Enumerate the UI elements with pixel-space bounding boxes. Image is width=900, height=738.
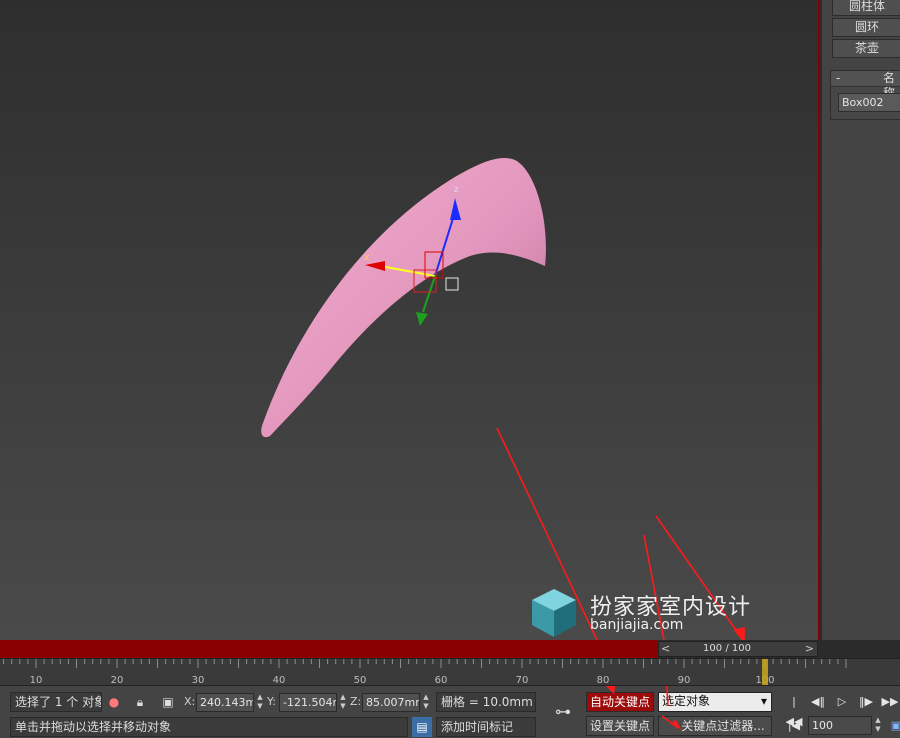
cylinder-button[interactable]: 圆柱体 [832,0,900,16]
z-coordinate-field[interactable]: 85.007mm [362,693,420,712]
horn-object[interactable] [261,158,546,438]
ruler-label: 20 [111,675,124,686]
key-mode-icon[interactable]: |◀ [784,716,804,736]
x-coordinate-field[interactable]: 240.143mm [196,693,254,712]
time-tag-icon[interactable]: ▤ [412,717,432,737]
y-coordinate-field[interactable]: -121.504mm [279,693,337,712]
lightbulb-icon[interactable]: ● [104,692,124,712]
z-label: Z: [350,695,362,708]
ruler-label: 30 [192,675,205,686]
watermark: 扮家家室内设计 banjiajia.com [528,587,778,639]
banjiajia-logo-icon [532,589,576,637]
y-label: Y: [267,695,276,708]
status-bar: 选择了 1 个 对象 ● 🔒︎ ▣ X: 240.143mm ▲▼ Y: -12… [0,686,900,738]
torus-button[interactable]: 圆环 [832,18,900,37]
x-spinner[interactable]: ▲ ▼ [256,693,264,712]
current-frame-marker[interactable] [762,659,768,685]
chevron-down-icon: ▾ [760,694,767,708]
ruler-ticks: 102030405060708090100 [3,659,847,686]
y-spinner[interactable]: ▲ ▼ [339,693,347,712]
ruler-label: 70 [516,675,529,686]
ruler-label: 90 [678,675,691,686]
viewport-scene: z x [261,158,745,640]
watermark-url: banjiajia.com [590,617,684,633]
object-name-input[interactable] [838,93,900,112]
auto-key-button[interactable]: 自动关键点 [586,692,654,712]
selection-count: 选择了 1 个 对象 [10,692,102,712]
rollout-header[interactable]: - 名称 [831,71,900,100]
command-panel: 圆柱体 圆环 茶壶 - 名称 [822,0,900,640]
rollout-toggle[interactable]: - [836,71,840,86]
go-to-start-icon[interactable]: |◀◀ [784,692,804,728]
key-icon[interactable]: ⊶ [546,698,580,726]
time-slider-next[interactable]: > [805,642,814,655]
prompt-line: 单击并拖动以选择并移动对象 [10,717,408,737]
time-slider[interactable]: < 100 / 100 > [658,641,818,657]
next-frame-icon[interactable]: ‖▶ [856,692,876,712]
ruler-label: 80 [597,675,610,686]
track-bar[interactable] [0,640,658,658]
ruler-label: 60 [435,675,448,686]
prev-frame-icon[interactable]: ◀‖ [808,692,828,712]
absolute-mode-icon[interactable]: ▣ [158,692,178,712]
gizmo-z-label: z [454,185,459,195]
go-to-end-icon[interactable]: ▶▶ [880,692,900,712]
key-filters-button[interactable]: 关键点过滤器... [658,716,772,736]
current-frame-field[interactable]: 100 [808,716,872,735]
timeline-ruler[interactable]: 102030405060708090100 [0,658,900,686]
perspective-viewport[interactable]: z x [0,0,820,640]
key-filters-label: 关键点过滤器... [681,719,765,733]
ruler-label: 50 [354,675,367,686]
teapot-button[interactable]: 茶壶 [832,39,900,58]
z-spinner[interactable]: ▲ ▼ [422,693,430,712]
gizmo-x-label: x [364,253,370,263]
time-config-icon[interactable]: ▣ [886,716,900,736]
ruler-label: 10 [30,675,43,686]
key-selection-dropdown[interactable]: 选定对象 ▾ [658,692,772,712]
ruler-label: 40 [273,675,286,686]
frame-spinner[interactable]: ▲ ▼ [874,716,882,735]
x-label: X: [184,695,196,708]
lock-icon[interactable]: 🔒︎ [130,692,150,712]
key-selection-value: 选定对象 [662,694,711,708]
add-time-tag[interactable]: 添加时间标记 [436,717,536,737]
grid-size: 栅格 = 10.0mm [436,692,536,712]
name-color-rollout: - 名称 [830,70,900,120]
play-icon[interactable]: ▷ [832,692,852,712]
time-slider-value: 100 / 100 [703,643,751,654]
set-key-button[interactable]: 设置关键点 [586,716,654,736]
